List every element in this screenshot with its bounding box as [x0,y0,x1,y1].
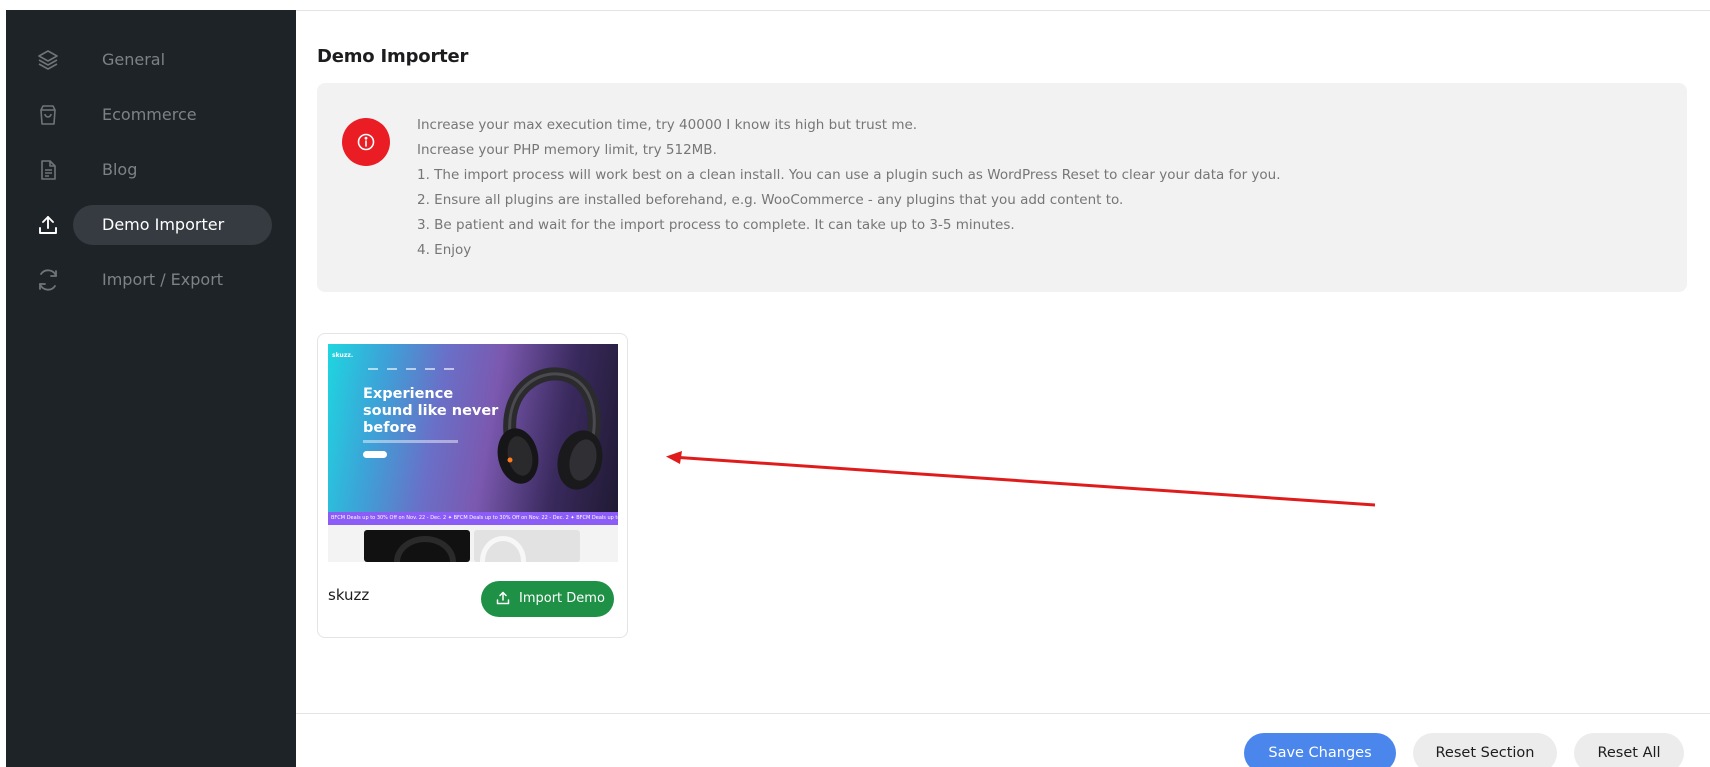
refresh-icon [36,268,60,292]
sidebar-item-general[interactable]: General [6,40,296,80]
preview-headline: Experience sound like never before [363,386,499,436]
import-demo-label: Import Demo [519,591,605,606]
upload-icon [496,591,510,605]
shopping-bag-icon [36,103,60,127]
preview-hero: skuzz. Experience sound like never befor… [328,344,618,512]
preview-promo-text: BFCM Deals up to 30% Off on Nov. 22 - De… [331,515,618,521]
notice-line: Increase your PHP memory limit, try 512M… [417,142,717,158]
reset-all-button[interactable]: Reset All [1574,733,1684,767]
demo-card-skuzz: skuzz. Experience sound like never befor… [317,333,628,638]
sidebar-item-label: General [102,50,166,69]
sidebar-item-blog[interactable]: Blog [6,150,296,190]
notice-line: 1. The import process will work best on … [417,167,1281,183]
annotation-arrow [666,451,1376,507]
preview-cta [363,451,387,458]
sidebar-item-ecommerce[interactable]: Ecommerce [6,95,296,135]
info-icon [342,118,390,166]
layers-icon [36,48,60,72]
preview-logo: skuzz. [332,352,354,359]
preview-nav: skuzz. [332,352,614,370]
sidebar-item-label: Blog [102,160,138,179]
preview-promo-bar: BFCM Deals up to 30% Off on Nov. 22 - De… [328,512,618,525]
preview-subtext [363,440,458,443]
requirements-notice: Increase your max execution time, try 40… [317,83,1687,292]
sidebar: General Ecommerce Blog Demo Importer Imp… [6,10,296,767]
footer-divider [296,713,1710,714]
preview-nav-links [368,355,468,370]
document-icon [36,158,60,182]
preview-product-dark [364,530,470,562]
preview-product-light [474,530,580,562]
notice-text: Increase your max execution time, try 40… [417,115,1657,265]
sidebar-item-label: Ecommerce [102,105,197,124]
sidebar-item-label: Demo Importer [102,215,225,234]
notice-line: 3. Be patient and wait for the import pr… [417,217,1015,233]
page-title: Demo Importer [317,46,469,67]
preview-products [328,525,618,562]
import-demo-button[interactable]: Import Demo [481,581,614,617]
notice-line: Increase your max execution time, try 40… [417,117,918,133]
notice-line: 2. Ensure all plugins are installed befo… [417,192,1124,208]
headphones-image [497,367,603,490]
theme-options-app: General Ecommerce Blog Demo Importer Imp… [0,0,1710,767]
top-divider [296,10,1710,11]
notice-line: 4. Enjoy [417,242,472,258]
demo-preview-image: skuzz. Experience sound like never befor… [328,344,618,562]
sidebar-item-label: Import / Export [102,270,224,289]
save-changes-button[interactable]: Save Changes [1244,733,1396,767]
sidebar-item-import-export[interactable]: Import / Export [6,260,296,300]
sidebar-item-demo-importer[interactable]: Demo Importer [6,205,296,245]
reset-section-button[interactable]: Reset Section [1413,733,1557,767]
demo-name: skuzz [328,586,370,604]
upload-icon [36,213,60,237]
